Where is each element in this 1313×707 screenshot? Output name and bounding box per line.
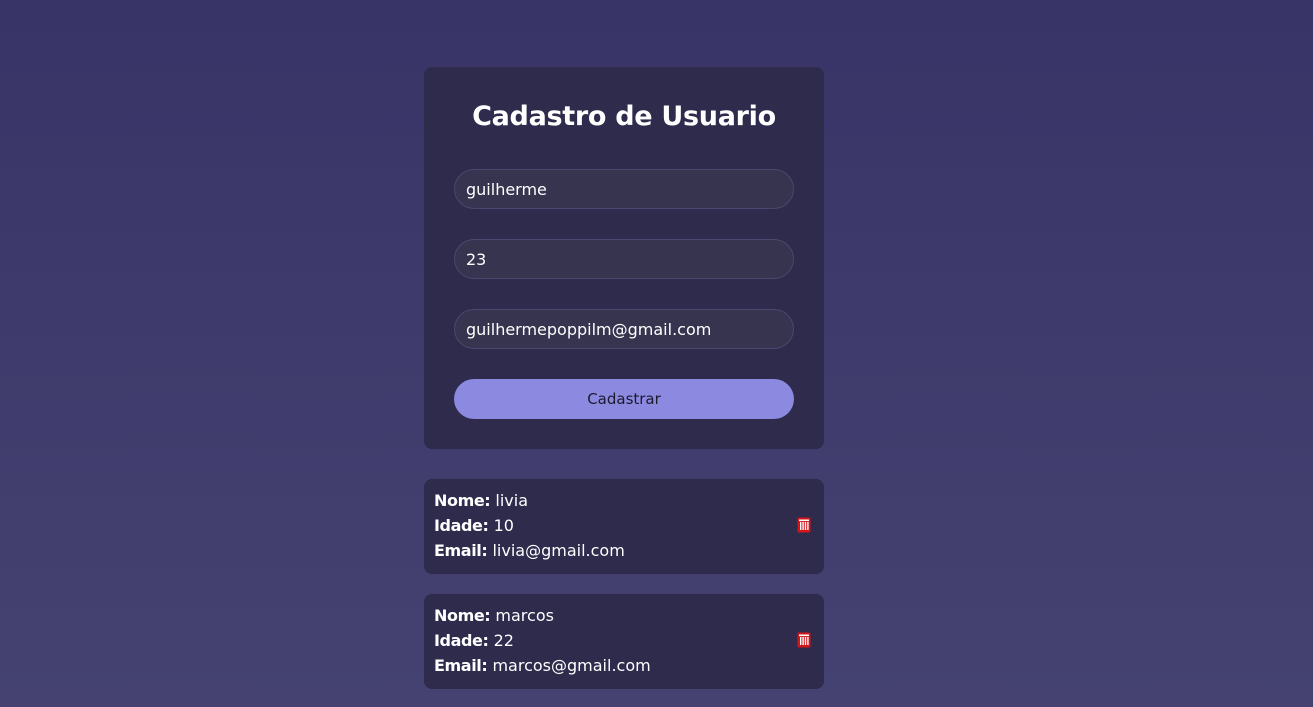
name-label: Nome: xyxy=(434,606,491,625)
trash-icon xyxy=(797,517,811,533)
user-email: livia@gmail.com xyxy=(492,541,625,560)
email-input[interactable] xyxy=(454,309,794,349)
user-card: Nome: marcos Idade: 22 Email: marcos@gma… xyxy=(424,594,824,689)
delete-user-button[interactable] xyxy=(797,632,811,648)
user-age-row: Idade: 22 xyxy=(434,628,814,653)
user-email: marcos@gmail.com xyxy=(492,656,651,675)
age-input[interactable] xyxy=(454,239,794,279)
user-name-row: Nome: marcos xyxy=(434,603,814,628)
register-form: Cadastro de Usuario Cadastrar xyxy=(424,67,824,449)
user-age: 22 xyxy=(493,631,514,650)
trash-icon xyxy=(797,632,811,648)
age-label: Idade: xyxy=(434,631,489,650)
user-name: livia xyxy=(495,491,529,510)
form-title: Cadastro de Usuario xyxy=(472,101,776,132)
email-label: Email: xyxy=(434,656,488,675)
name-label: Nome: xyxy=(434,491,491,510)
user-email-row: Email: marcos@gmail.com xyxy=(434,653,814,678)
user-age-row: Idade: 10 xyxy=(434,513,814,538)
user-name: marcos xyxy=(495,606,554,625)
submit-button[interactable]: Cadastrar xyxy=(454,379,794,419)
name-input[interactable] xyxy=(454,169,794,209)
user-name-row: Nome: livia xyxy=(434,488,814,513)
delete-user-button[interactable] xyxy=(797,517,811,533)
email-label: Email: xyxy=(434,541,488,560)
user-card: Nome: livia Idade: 10 Email: livia@gmail… xyxy=(424,479,824,574)
age-label: Idade: xyxy=(434,516,489,535)
user-age: 10 xyxy=(493,516,514,535)
user-email-row: Email: livia@gmail.com xyxy=(434,538,814,563)
